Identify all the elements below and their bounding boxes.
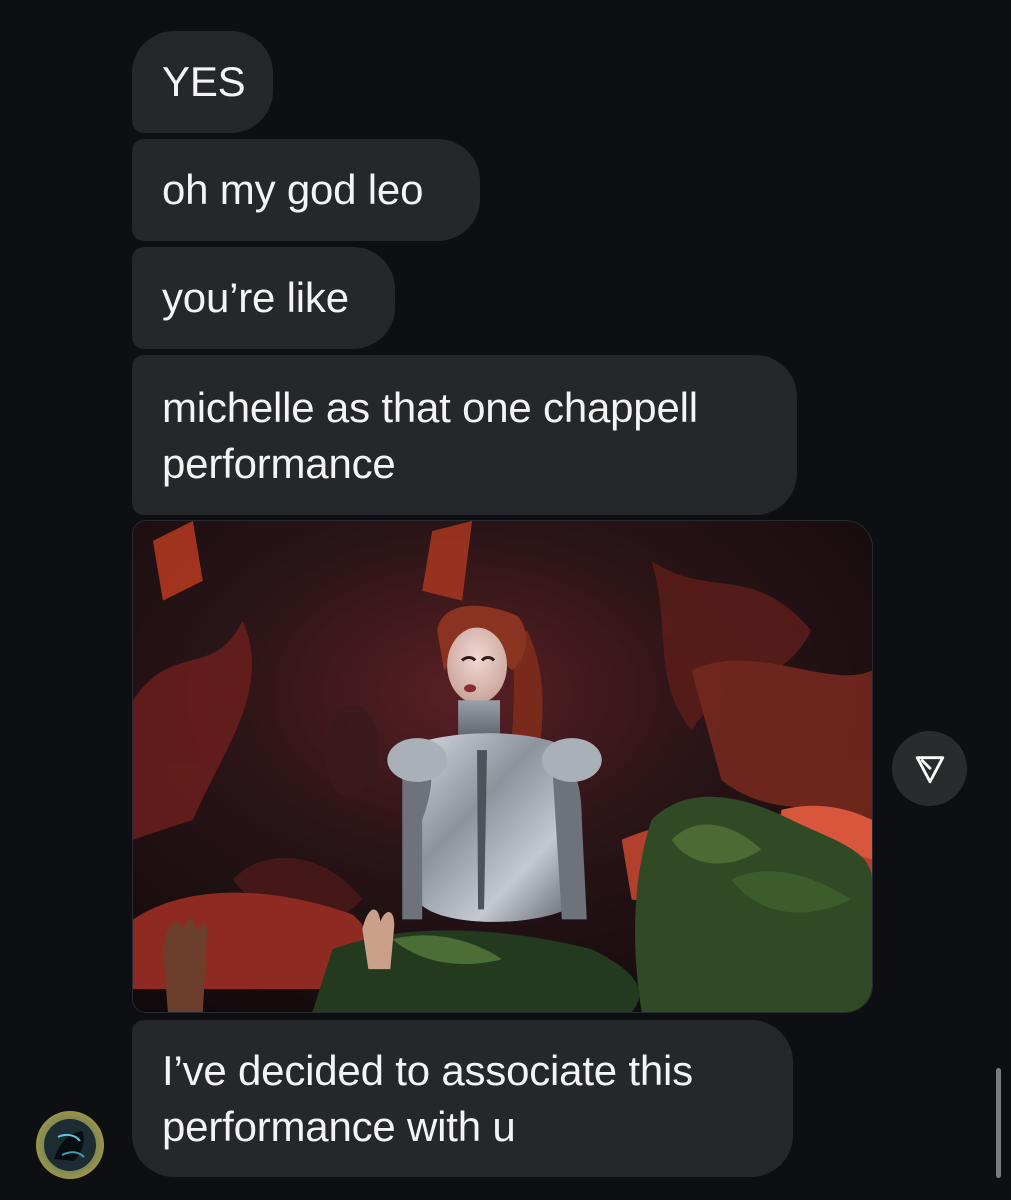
message-text-line: I’ve decided to associate this: [162, 1046, 693, 1094]
photo-image: [133, 521, 872, 1012]
message-text: I’ve decided to associate this performan…: [162, 1043, 693, 1155]
message-bubble[interactable]: I’ve decided to associate this performan…: [132, 1020, 793, 1177]
message-text-line: michelle as that one chappell: [162, 384, 698, 431]
share-icon: [915, 755, 944, 783]
share-button[interactable]: [892, 731, 967, 806]
scrollbar[interactable]: [996, 1068, 1001, 1178]
chat-screen: YES oh my god leo you’re like michelle a…: [0, 0, 1011, 1200]
message-text-line: performance with u: [162, 1102, 516, 1150]
message-text: YES: [162, 58, 246, 105]
message-text: oh my god leo: [162, 166, 424, 213]
message-text: michelle as that one chappell performanc…: [162, 380, 698, 492]
message-bubble[interactable]: you’re like: [132, 247, 395, 349]
message-text-line: performance: [162, 440, 396, 487]
message-bubble[interactable]: michelle as that one chappell performanc…: [132, 355, 797, 515]
message-bubble[interactable]: oh my god leo: [132, 139, 480, 241]
photo-message[interactable]: [132, 520, 873, 1013]
avatar-image: [36, 1111, 104, 1179]
message-bubble[interactable]: YES: [132, 31, 273, 133]
message-text: you’re like: [162, 274, 349, 321]
sender-avatar[interactable]: [36, 1111, 104, 1179]
